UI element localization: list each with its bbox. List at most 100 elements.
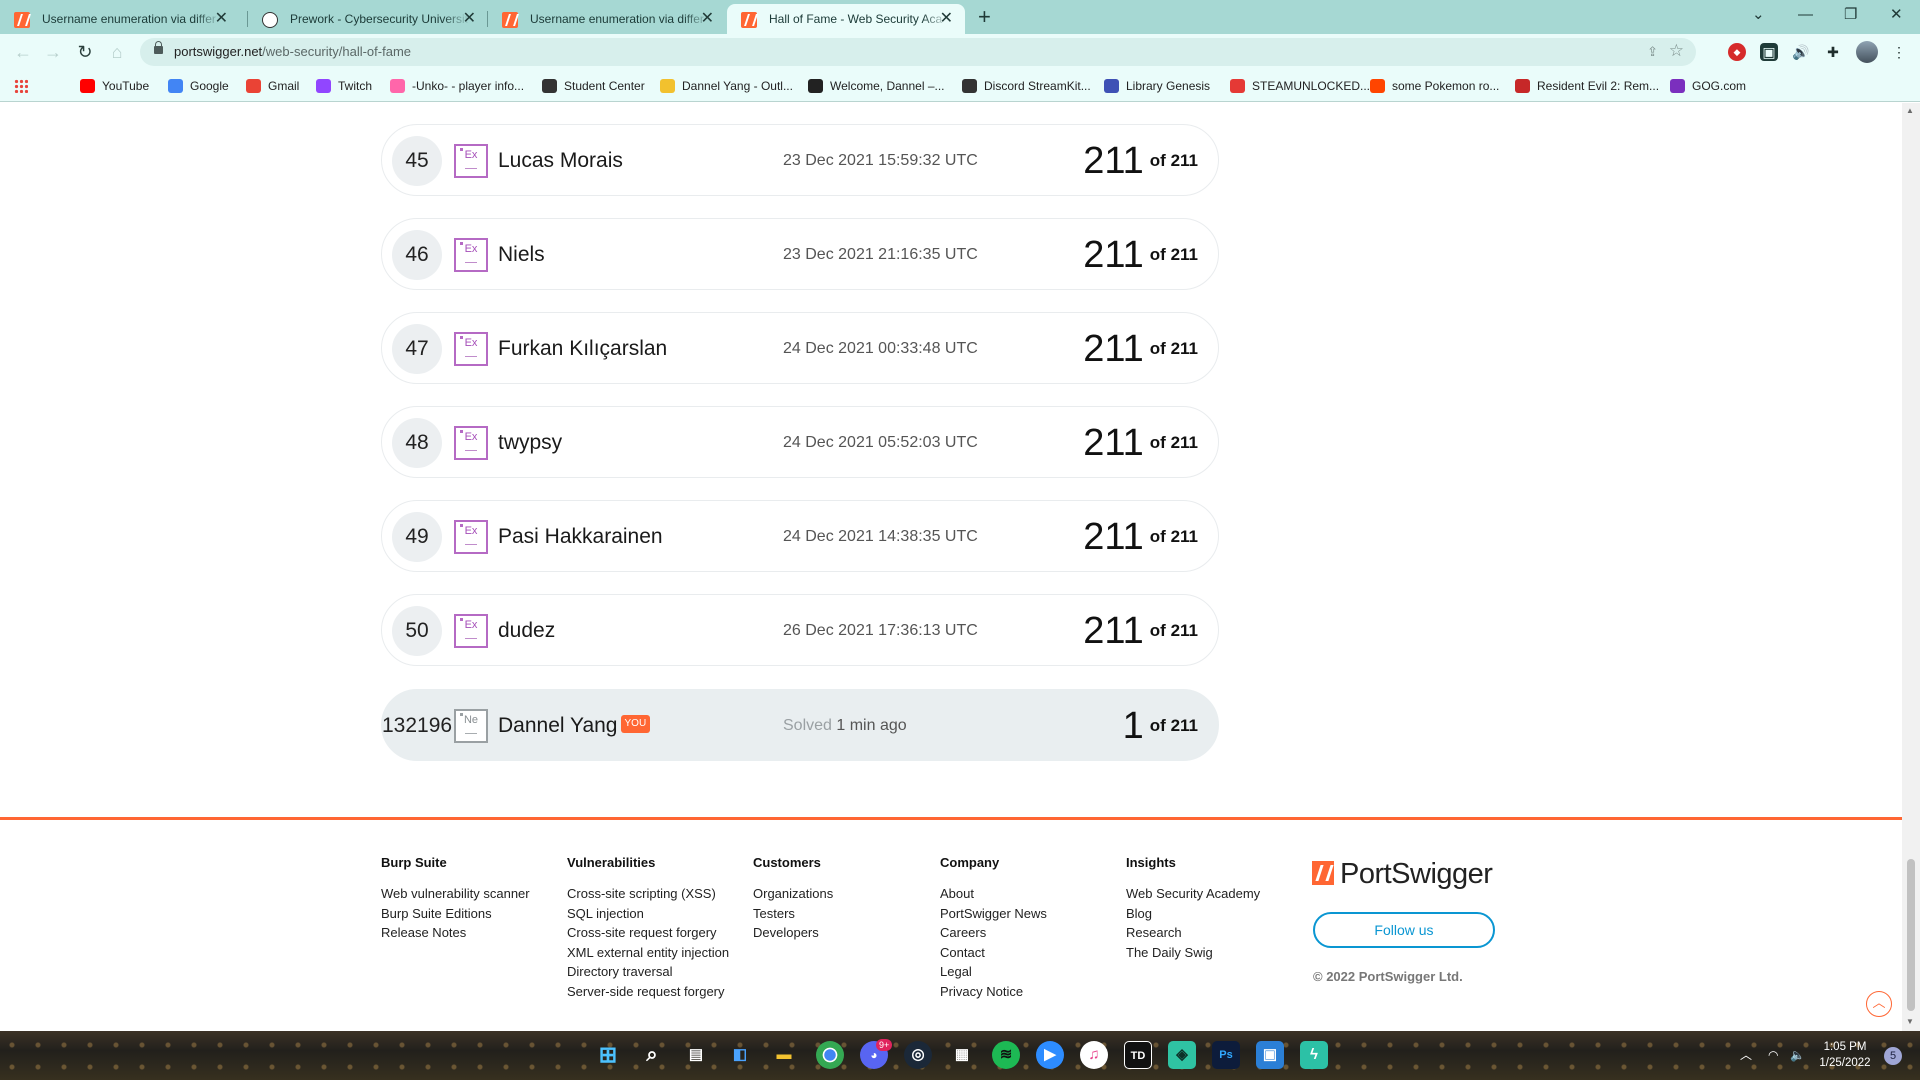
tweetdeck-icon[interactable]: TD xyxy=(1124,1041,1152,1069)
volume-extension-icon[interactable]: 🔊 xyxy=(1792,43,1810,61)
bookmark-item[interactable]: Student Center xyxy=(542,70,645,102)
footer-link[interactable]: Legal xyxy=(940,962,1047,982)
footer-link[interactable]: Release Notes xyxy=(381,923,530,943)
zoom-icon[interactable]: ▶ xyxy=(1036,1041,1064,1069)
chrome-icon[interactable] xyxy=(816,1041,844,1069)
footer-link[interactable]: About xyxy=(940,884,1047,904)
volume-icon[interactable]: 🔈 xyxy=(1790,1031,1805,1080)
bookmark-label: Dannel Yang - Outl... xyxy=(682,79,793,93)
browser-tab-3[interactable]: Username enumeration via differ ✕ xyxy=(488,4,726,34)
close-tab-icon[interactable]: ✕ xyxy=(463,4,476,34)
forward-icon[interactable]: → xyxy=(40,39,66,65)
bookmark-item[interactable]: Dannel Yang - Outl... xyxy=(660,70,793,102)
url-text[interactable]: portswigger.net/web-security/hall-of-fam… xyxy=(174,38,411,66)
bookmark-item[interactable]: YouTube xyxy=(80,70,149,102)
new-tab-button[interactable]: + xyxy=(978,4,991,30)
footer-link[interactable]: Testers xyxy=(753,904,833,924)
close-tab-icon[interactable]: ✕ xyxy=(215,4,228,34)
bookmark-item[interactable]: Resident Evil 2: Rem... xyxy=(1515,70,1659,102)
copyright-text: © 2022 PortSwigger Ltd. xyxy=(1313,969,1463,984)
tab-search-chevron-icon[interactable]: ⌄ xyxy=(1752,2,1765,28)
footer-link[interactable]: Burp Suite Editions xyxy=(381,904,530,924)
system-clock[interactable]: 1:05 PM 1/25/2022 xyxy=(1810,1039,1880,1071)
footer-link[interactable]: Server-side request forgery xyxy=(567,982,729,1002)
search-icon[interactable]: ⌕ xyxy=(638,1041,666,1069)
bookmark-item[interactable]: Library Genesis xyxy=(1104,70,1210,102)
browser-tab-1[interactable]: Username enumeration via differ ✕ xyxy=(0,4,240,34)
notification-badge[interactable]: 5 xyxy=(1884,1047,1902,1065)
back-icon[interactable]: ← xyxy=(10,39,36,65)
restore-button[interactable]: ❐ xyxy=(1844,2,1857,28)
extensions-puzzle-icon[interactable]: ✚ xyxy=(1824,43,1842,61)
reload-icon[interactable]: ↻ xyxy=(72,39,98,65)
footer-link[interactable]: Cross-site request forgery xyxy=(567,923,729,943)
ublock-extension-icon[interactable]: ◆ xyxy=(1728,43,1746,61)
footer-link[interactable]: PortSwigger News xyxy=(940,904,1047,924)
footer-link[interactable]: Careers xyxy=(940,923,1047,943)
close-window-button[interactable]: ✕ xyxy=(1890,2,1903,28)
pc-icon xyxy=(1515,79,1530,93)
steam-icon[interactable]: ◎ xyxy=(904,1041,932,1069)
footer-link[interactable]: Privacy Notice xyxy=(940,982,1047,1002)
menu-kebab-icon[interactable]: ⋮ xyxy=(1890,43,1908,61)
google-icon xyxy=(168,79,183,93)
photoshop-icon[interactable]: Ps xyxy=(1212,1041,1240,1069)
back-to-top-icon[interactable]: ︿ xyxy=(1866,991,1892,1017)
bookmark-label: Student Center xyxy=(564,79,645,93)
bookmark-item[interactable]: some Pokemon ro... xyxy=(1370,70,1499,102)
browser-tab-2[interactable]: Prework - Cybersecurity Universit ✕ xyxy=(248,4,488,34)
windows-start-icon[interactable]: ⊞ xyxy=(594,1041,622,1069)
bookmark-item[interactable]: GOG.com xyxy=(1670,70,1746,102)
bookmark-star-icon[interactable]: ☆ xyxy=(1669,41,1684,61)
bookmark-item[interactable]: -Unko- - player info... xyxy=(390,70,524,102)
scrollbar-thumb[interactable] xyxy=(1907,859,1915,1011)
scroll-down-arrow-icon[interactable]: ▼ xyxy=(1906,1017,1914,1026)
footer-link[interactable]: SQL injection xyxy=(567,904,729,924)
footer-link[interactable]: Web vulnerability scanner xyxy=(381,884,530,904)
browser-tab-active[interactable]: Hall of Fame - Web Security Aca ✕ xyxy=(727,4,965,34)
minimize-button[interactable]: — xyxy=(1798,2,1813,28)
footer-link[interactable]: The Daily Swig xyxy=(1126,943,1260,963)
widgets-icon[interactable]: ◧ xyxy=(726,1041,754,1069)
home-icon[interactable]: ⌂ xyxy=(104,39,130,65)
extension-icon[interactable]: ▣ xyxy=(1760,43,1778,61)
bookmark-item[interactable]: Welcome, Dannel –... xyxy=(808,70,945,102)
wifi-icon[interactable]: ◠ xyxy=(1768,1031,1778,1080)
footer-link[interactable]: Web Security Academy xyxy=(1126,884,1260,904)
footer-link[interactable]: Cross-site scripting (XSS) xyxy=(567,884,729,904)
footer-heading: Insights xyxy=(1126,855,1176,870)
blue-app-icon[interactable]: ▣ xyxy=(1256,1041,1284,1069)
bookmark-item[interactable]: Discord StreamKit... xyxy=(962,70,1091,102)
itunes-icon[interactable]: ♫ xyxy=(1080,1041,1108,1069)
spotify-icon[interactable]: ≋ xyxy=(992,1041,1020,1069)
username: Niels xyxy=(498,243,545,266)
bookmark-item[interactable]: Twitch xyxy=(316,70,372,102)
share-icon[interactable]: ⇪ xyxy=(1647,44,1658,60)
bookmark-item[interactable]: STEAMUNLOCKED... xyxy=(1230,70,1370,102)
lock-icon[interactable] xyxy=(154,41,163,54)
footer-link[interactable]: Directory traversal xyxy=(567,962,729,982)
address-bar[interactable]: portswigger.net/web-security/hall-of-fam… xyxy=(140,38,1696,66)
bolt-app-icon[interactable]: ϟ xyxy=(1300,1041,1328,1069)
scroll-up-arrow-icon[interactable]: ▲ xyxy=(1906,106,1914,115)
footer-link[interactable]: XML external entity injection xyxy=(567,943,729,963)
footer-link[interactable]: Blog xyxy=(1126,904,1260,924)
bookmark-item[interactable]: Google xyxy=(168,70,229,102)
footer-link[interactable]: Organizations xyxy=(753,884,833,904)
footer-link[interactable]: Contact xyxy=(940,943,1047,963)
microsoft-store-icon[interactable]: ▦ xyxy=(948,1041,976,1069)
page-scrollbar[interactable]: ▲ ▼ xyxy=(1902,103,1920,1031)
file-explorer-icon[interactable]: ▬ xyxy=(770,1041,798,1069)
close-tab-icon[interactable]: ✕ xyxy=(701,4,714,34)
profile-avatar[interactable] xyxy=(1856,41,1878,63)
robinhood-icon[interactable]: ◈ xyxy=(1168,1041,1196,1069)
bookmark-item[interactable]: Gmail xyxy=(246,70,299,102)
close-tab-icon[interactable]: ✕ xyxy=(940,4,953,34)
apps-grid-icon[interactable] xyxy=(14,79,28,93)
task-view-icon[interactable]: ▤ xyxy=(682,1041,710,1069)
follow-us-button[interactable]: Follow us xyxy=(1313,912,1495,948)
footer-link[interactable]: Developers xyxy=(753,923,833,943)
footer-column: Company About PortSwigger News Careers Conta… xyxy=(940,855,1047,1002)
footer-link[interactable]: Research xyxy=(1126,923,1260,943)
show-hidden-icons-chevron-icon[interactable]: ︿ xyxy=(1740,1031,1752,1080)
